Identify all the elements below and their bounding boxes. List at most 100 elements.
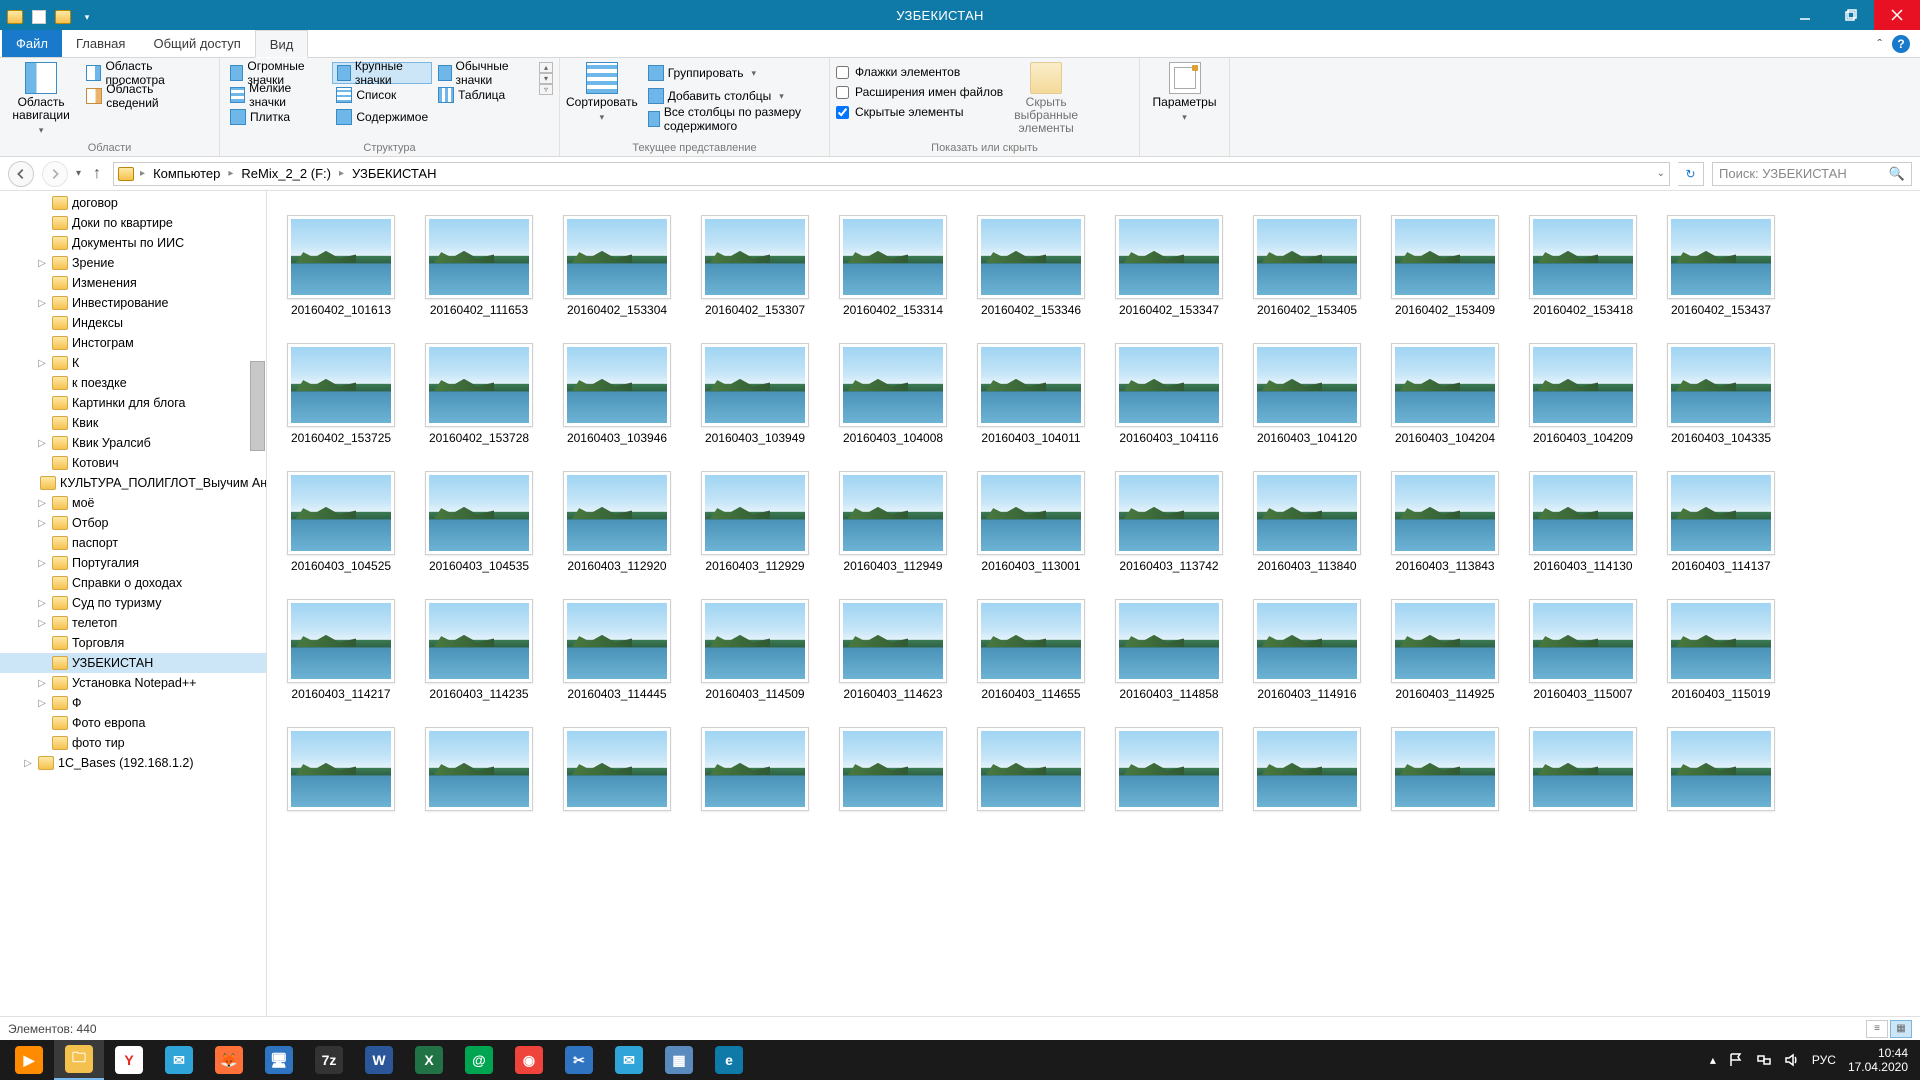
- file-thumbnail[interactable]: [561, 727, 673, 811]
- file-thumbnail[interactable]: 20160403_114858: [1113, 599, 1225, 701]
- file-thumbnail[interactable]: 20160402_153725: [285, 343, 397, 445]
- tree-item[interactable]: ▷телетоп: [0, 613, 266, 633]
- tree-item[interactable]: ▷Суд по туризму: [0, 593, 266, 613]
- file-thumbnail[interactable]: [1665, 727, 1777, 811]
- file-thumbnail[interactable]: 20160403_114623: [837, 599, 949, 701]
- tab-file[interactable]: Файл: [2, 30, 62, 57]
- file-thumbnail[interactable]: 20160402_153346: [975, 215, 1087, 317]
- file-thumbnail[interactable]: 20160403_112949: [837, 471, 949, 573]
- file-thumbnail[interactable]: [975, 727, 1087, 811]
- tree-item[interactable]: Торговля: [0, 633, 266, 653]
- file-thumbnail[interactable]: 20160403_114445: [561, 599, 673, 701]
- tree-item[interactable]: Индексы: [0, 313, 266, 333]
- tree-item[interactable]: ▷моё: [0, 493, 266, 513]
- taskbar-edge[interactable]: e: [704, 1040, 754, 1080]
- file-thumbnail[interactable]: 20160402_153728: [423, 343, 535, 445]
- file-thumbnail[interactable]: 20160402_101613: [285, 215, 397, 317]
- file-thumbnail[interactable]: 20160402_153418: [1527, 215, 1639, 317]
- expand-icon[interactable]: ▷: [36, 358, 48, 369]
- layout-md-icons[interactable]: Обычные значки: [434, 62, 535, 84]
- search-input[interactable]: Поиск: УЗБЕКИСТАН 🔍: [1712, 162, 1912, 186]
- tree-item[interactable]: Справки о доходах: [0, 573, 266, 593]
- sizecols-button[interactable]: Все столбцы по размеру содержимого: [644, 108, 823, 130]
- maximize-button[interactable]: [1828, 0, 1874, 30]
- qat-newfolder-icon[interactable]: [52, 6, 74, 28]
- tree-item[interactable]: ▷Инвестирование: [0, 293, 266, 313]
- breadcrumb-folder[interactable]: УЗБЕКИСТАН: [350, 166, 438, 181]
- tree-item[interactable]: Документы по ИИС: [0, 233, 266, 253]
- hide-selected-button[interactable]: Скрыть выбранные элементы: [1009, 62, 1083, 135]
- tab-home[interactable]: Главная: [62, 30, 139, 57]
- preview-pane-button[interactable]: Область просмотра: [82, 62, 213, 84]
- scrollbar-thumb[interactable]: [250, 361, 265, 451]
- file-thumbnail[interactable]: 20160403_114130: [1527, 471, 1639, 573]
- file-thumbnail[interactable]: 20160403_115007: [1527, 599, 1639, 701]
- tree-item[interactable]: паспорт: [0, 533, 266, 553]
- file-thumbnail[interactable]: 20160403_112920: [561, 471, 673, 573]
- tree-item[interactable]: Доки по квартире: [0, 213, 266, 233]
- file-thumbnail[interactable]: 20160402_153307: [699, 215, 811, 317]
- view-details-toggle[interactable]: ≡: [1866, 1020, 1888, 1038]
- layout-lg-icons[interactable]: Крупные значки: [332, 62, 432, 84]
- file-thumbnail[interactable]: 20160402_153314: [837, 215, 949, 317]
- chk-extensions[interactable]: Расширения имен файлов: [836, 82, 1003, 102]
- tree-item[interactable]: ▷1C_Bases (192.168.1.2): [0, 753, 266, 773]
- file-thumbnail[interactable]: 20160403_103946: [561, 343, 673, 445]
- expand-icon[interactable]: ▷: [36, 438, 48, 449]
- chevron-right-icon[interactable]: ▸: [136, 168, 149, 179]
- file-thumbnail[interactable]: 20160403_104209: [1527, 343, 1639, 445]
- file-thumbnail[interactable]: 20160403_114235: [423, 599, 535, 701]
- expand-icon[interactable]: ▷: [36, 678, 48, 689]
- file-thumbnail[interactable]: 20160403_103949: [699, 343, 811, 445]
- expand-icon[interactable]: ▷: [36, 698, 48, 709]
- tree-item[interactable]: КУЛЬТУРА_ПОЛИГЛОТ_Выучим Англий: [0, 473, 266, 493]
- tree-item[interactable]: Изменения: [0, 273, 266, 293]
- taskbar-at[interactable]: @: [454, 1040, 504, 1080]
- file-thumbnail[interactable]: 20160403_104204: [1389, 343, 1501, 445]
- expand-icon[interactable]: ▷: [36, 618, 48, 629]
- expand-icon[interactable]: ▷: [36, 518, 48, 529]
- taskbar-thunderbird[interactable]: ✉: [604, 1040, 654, 1080]
- file-thumbnail[interactable]: 20160402_153347: [1113, 215, 1225, 317]
- up-button[interactable]: ↑: [89, 165, 105, 183]
- file-thumbnail[interactable]: 20160403_113001: [975, 471, 1087, 573]
- taskbar-file-explorer[interactable]: 🗀: [54, 1040, 104, 1080]
- file-thumbnail[interactable]: 20160403_115019: [1665, 599, 1777, 701]
- qat-dropdown-icon[interactable]: ▾: [76, 6, 98, 28]
- tree-item[interactable]: ▷К: [0, 353, 266, 373]
- file-thumbnail[interactable]: [285, 727, 397, 811]
- groupby-button[interactable]: Группировать▾: [644, 62, 823, 84]
- minimize-button[interactable]: [1782, 0, 1828, 30]
- file-thumbnail[interactable]: 20160403_113843: [1389, 471, 1501, 573]
- file-thumbnail[interactable]: 20160403_114217: [285, 599, 397, 701]
- file-thumbnail[interactable]: 20160403_104525: [285, 471, 397, 573]
- file-thumbnail[interactable]: 20160403_114925: [1389, 599, 1501, 701]
- address-bar[interactable]: ▸ Компьютер ▸ ReMix_2_2 (F:) ▸ УЗБЕКИСТА…: [113, 162, 1670, 186]
- taskbar-media-player[interactable]: ▶: [4, 1040, 54, 1080]
- forward-button[interactable]: [42, 161, 68, 187]
- expand-icon[interactable]: ▷: [36, 498, 48, 509]
- chevron-right-icon[interactable]: ▸: [335, 168, 348, 179]
- file-thumbnail[interactable]: [699, 727, 811, 811]
- file-thumbnail[interactable]: 20160403_114655: [975, 599, 1087, 701]
- layout-tiles[interactable]: Плитка: [226, 106, 330, 128]
- file-thumbnail[interactable]: 20160403_104120: [1251, 343, 1363, 445]
- sort-button[interactable]: Сортировать ▾: [566, 62, 638, 124]
- tree-item[interactable]: ▷Ф: [0, 693, 266, 713]
- chk-item-checkboxes[interactable]: Флажки элементов: [836, 62, 1003, 82]
- file-thumbnail[interactable]: 20160403_104335: [1665, 343, 1777, 445]
- tree-item[interactable]: ▷Отбор: [0, 513, 266, 533]
- file-thumbnail[interactable]: 20160402_153405: [1251, 215, 1363, 317]
- system-tray[interactable]: ▴ РУС 10:44 17.04.2020: [1710, 1046, 1916, 1074]
- tray-show-hidden-icon[interactable]: ▴: [1710, 1053, 1716, 1067]
- tray-clock[interactable]: 10:44 17.04.2020: [1848, 1046, 1908, 1074]
- taskbar-yandex-browser[interactable]: Y: [104, 1040, 154, 1080]
- tree-item[interactable]: фото тир: [0, 733, 266, 753]
- expand-icon[interactable]: ▷: [36, 258, 48, 269]
- nav-tree[interactable]: договорДоки по квартиреДокументы по ИИС▷…: [0, 191, 267, 1016]
- layout-list[interactable]: Список: [332, 84, 432, 106]
- file-thumbnail[interactable]: 20160403_114916: [1251, 599, 1363, 701]
- file-thumbnail[interactable]: 20160403_114137: [1665, 471, 1777, 573]
- file-thumbnail[interactable]: 20160403_104011: [975, 343, 1087, 445]
- tray-lang[interactable]: РУС: [1812, 1053, 1836, 1067]
